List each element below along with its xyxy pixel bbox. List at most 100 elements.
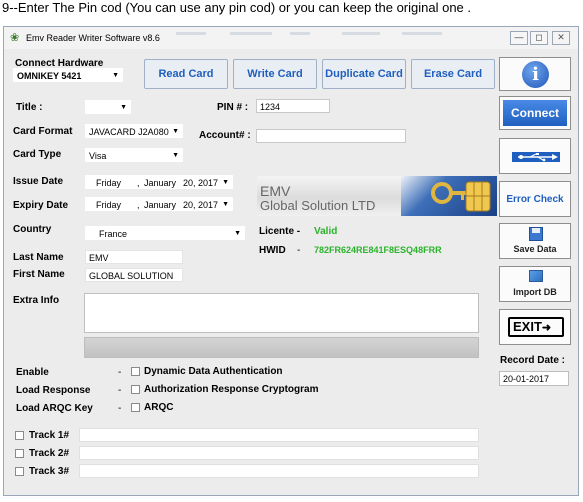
- track3-input[interactable]: [79, 464, 479, 478]
- card-format-label: Card Format: [13, 126, 73, 137]
- import-db-button[interactable]: Import DB: [499, 266, 571, 302]
- last-name-label: Last Name: [13, 252, 64, 263]
- country-label: Country: [13, 224, 52, 235]
- usb-button[interactable]: [499, 138, 571, 174]
- track2-checkbox[interactable]: [15, 449, 24, 458]
- card-type-value: Visa: [89, 151, 107, 161]
- pin-label: PIN # :: [217, 102, 249, 113]
- maximize-button[interactable]: ◻: [530, 31, 548, 45]
- last-name-input[interactable]: EMV: [85, 250, 183, 264]
- arqc-checkbox[interactable]: [131, 403, 140, 412]
- expiry-weekday: Friday: [96, 200, 122, 210]
- faded-text-bar: [402, 32, 442, 35]
- calendar-dropdown-icon: ▼: [222, 179, 229, 186]
- progress-bar: [84, 337, 479, 358]
- issue-date-label: Issue Date: [13, 176, 64, 187]
- chevron-down-icon: ▼: [172, 128, 179, 135]
- info-button[interactable]: i: [499, 57, 571, 91]
- option-label-load-response: Load Response: [16, 385, 91, 396]
- calendar-dropdown-icon: ▼: [222, 201, 229, 208]
- track3-label: Track 3#: [29, 466, 70, 477]
- emv-banner-logo: EMV Global Solution LTD: [257, 176, 497, 216]
- option-label-load-arqc: Load ARQC Key: [16, 403, 93, 414]
- expiry-date-label: Expiry Date: [13, 200, 69, 211]
- faded-text-bar: [176, 32, 206, 35]
- info-icon: i: [522, 61, 549, 88]
- account-label: Account# :: [199, 130, 251, 141]
- floppy-disk-icon: [529, 227, 543, 241]
- expiry-date-separator: ,: [137, 200, 140, 210]
- expiry-day-year: 20, 2017: [183, 200, 219, 210]
- issue-date-separator: ,: [137, 178, 140, 188]
- option-separator: -: [118, 385, 122, 396]
- key-chip-icon: [431, 181, 491, 212]
- chevron-down-icon: ▼: [172, 152, 179, 159]
- write-card-button[interactable]: Write Card: [233, 59, 317, 89]
- title-select[interactable]: ▼: [85, 100, 131, 114]
- issue-date-picker[interactable]: Friday , January 20, 2017 ▼: [85, 175, 233, 189]
- duplicate-card-button[interactable]: Duplicate Card: [322, 59, 406, 89]
- first-name-input[interactable]: GLOBAL SOLUTION: [85, 268, 183, 282]
- close-button[interactable]: ✕: [552, 31, 570, 45]
- exit-button[interactable]: EXIT➜: [499, 309, 571, 345]
- dda-checkbox-label: Dynamic Data Authentication: [144, 366, 283, 377]
- instruction-caption: 9--Enter The Pin cod (You can use any pi…: [2, 0, 472, 15]
- option-separator: -: [118, 367, 122, 378]
- card-type-select[interactable]: Visa ▼: [85, 148, 183, 162]
- issue-month: January: [144, 178, 177, 188]
- banner-line1: EMV: [260, 183, 291, 199]
- error-check-button[interactable]: Error Check: [499, 181, 571, 217]
- app-leaf-icon: ❀: [10, 32, 20, 44]
- hardware-select[interactable]: OMNIKEY 5421 ▼: [13, 68, 123, 82]
- card-format-value: JAVACARD J2A080: [89, 127, 169, 137]
- record-date-label: Record Date :: [500, 355, 566, 366]
- issue-weekday: Friday: [96, 178, 122, 188]
- minimize-button[interactable]: —: [510, 31, 528, 45]
- faded-text-bar: [230, 32, 272, 35]
- connect-button[interactable]: Connect: [499, 96, 571, 130]
- save-data-button[interactable]: Save Data: [499, 223, 571, 259]
- arqc-checkbox-label: ARQC: [144, 402, 174, 413]
- arc-checkbox[interactable]: [131, 385, 140, 394]
- import-db-label: Import DB: [513, 287, 557, 297]
- title-bar: ❀ Emv Reader Writer Software v8.6 — ◻ ✕: [4, 27, 578, 49]
- app-window: ❀ Emv Reader Writer Software v8.6 — ◻ ✕ …: [3, 26, 579, 496]
- license-label: Licente -: [259, 226, 301, 237]
- extra-info-label: Extra Info: [13, 295, 60, 306]
- chevron-down-icon: ▼: [112, 72, 119, 79]
- read-card-button[interactable]: Read Card: [144, 59, 228, 89]
- card-format-select[interactable]: JAVACARD J2A080 ▼: [85, 124, 183, 138]
- save-data-label: Save Data: [513, 244, 557, 254]
- track3-checkbox[interactable]: [15, 467, 24, 476]
- track1-label: Track 1#: [29, 430, 70, 441]
- extra-info-textarea[interactable]: [84, 293, 479, 333]
- pin-input[interactable]: 1234: [256, 99, 330, 113]
- track2-input[interactable]: [79, 446, 479, 460]
- country-value: France: [99, 229, 128, 239]
- hwid-separator: -: [297, 245, 301, 256]
- chevron-down-icon: ▼: [234, 230, 241, 237]
- arc-checkbox-label: Authorization Response Cryptogram: [144, 384, 319, 395]
- database-icon: [529, 270, 543, 282]
- card-type-label: Card Type: [13, 149, 62, 160]
- country-select[interactable]: France ▼: [85, 226, 245, 240]
- option-label-enable: Enable: [16, 367, 49, 378]
- exit-sign-icon: EXIT➜: [508, 317, 564, 337]
- faded-text-bar: [342, 32, 380, 35]
- window-title: Emv Reader Writer Software v8.6: [26, 33, 160, 43]
- usb-icon: [512, 152, 560, 162]
- hardware-value: OMNIKEY 5421: [17, 71, 82, 81]
- faded-text-bar: [290, 32, 310, 35]
- option-separator: -: [118, 403, 122, 414]
- dda-checkbox[interactable]: [131, 367, 140, 376]
- erase-card-button[interactable]: Erase Card: [411, 59, 495, 89]
- account-input[interactable]: [256, 129, 406, 143]
- first-name-label: First Name: [13, 269, 65, 280]
- exit-label: EXIT: [513, 319, 542, 334]
- connect-button-label: Connect: [503, 100, 567, 126]
- track1-checkbox[interactable]: [15, 431, 24, 440]
- record-date-value: 20-01-2017: [499, 371, 569, 386]
- expiry-date-picker[interactable]: Friday , January 20, 2017 ▼: [85, 197, 233, 211]
- track1-input[interactable]: [79, 428, 479, 442]
- license-status: Valid: [314, 226, 338, 237]
